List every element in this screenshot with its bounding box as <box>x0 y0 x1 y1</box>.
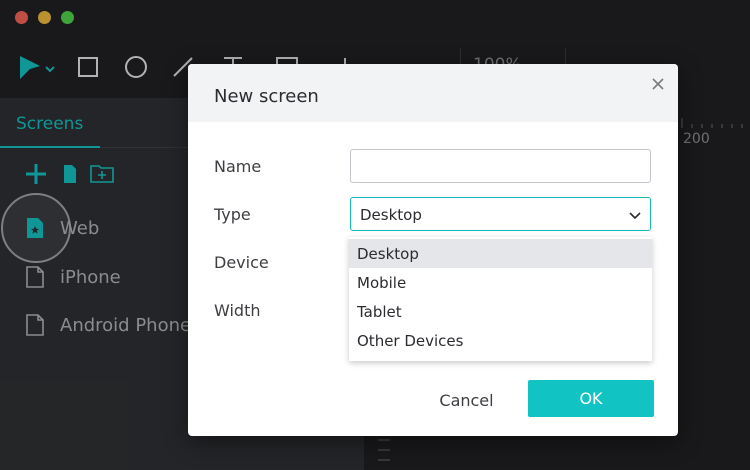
name-label: Name <box>214 157 262 176</box>
type-option-label: Desktop <box>357 245 419 263</box>
type-option-tablet[interactable]: Tablet <box>349 297 652 326</box>
type-selected-value: Desktop <box>360 206 422 224</box>
close-button[interactable] <box>646 72 670 96</box>
type-option-label: Other Devices <box>357 332 464 350</box>
dialog-header: New screen <box>188 64 678 122</box>
type-select[interactable]: Desktop <box>350 197 651 231</box>
dialog-title: New screen <box>214 86 319 107</box>
new-screen-dialog: New screen Name Type Desktop Device Widt… <box>188 64 678 436</box>
chevron-down-icon <box>629 212 641 220</box>
type-label: Type <box>214 205 251 224</box>
ok-button[interactable]: OK <box>528 380 654 417</box>
name-input[interactable] <box>350 149 651 183</box>
type-option-label: Mobile <box>357 274 407 292</box>
type-dropdown-menu: Desktop Mobile Tablet Other Devices <box>349 237 652 361</box>
width-label: Width <box>214 301 261 320</box>
type-option-other-devices[interactable]: Other Devices <box>349 326 652 355</box>
close-icon <box>652 78 664 90</box>
device-label: Device <box>214 253 269 272</box>
type-option-mobile[interactable]: Mobile <box>349 268 652 297</box>
cancel-button[interactable]: Cancel <box>424 382 509 418</box>
type-option-desktop[interactable]: Desktop <box>349 239 652 268</box>
type-option-label: Tablet <box>357 303 402 321</box>
